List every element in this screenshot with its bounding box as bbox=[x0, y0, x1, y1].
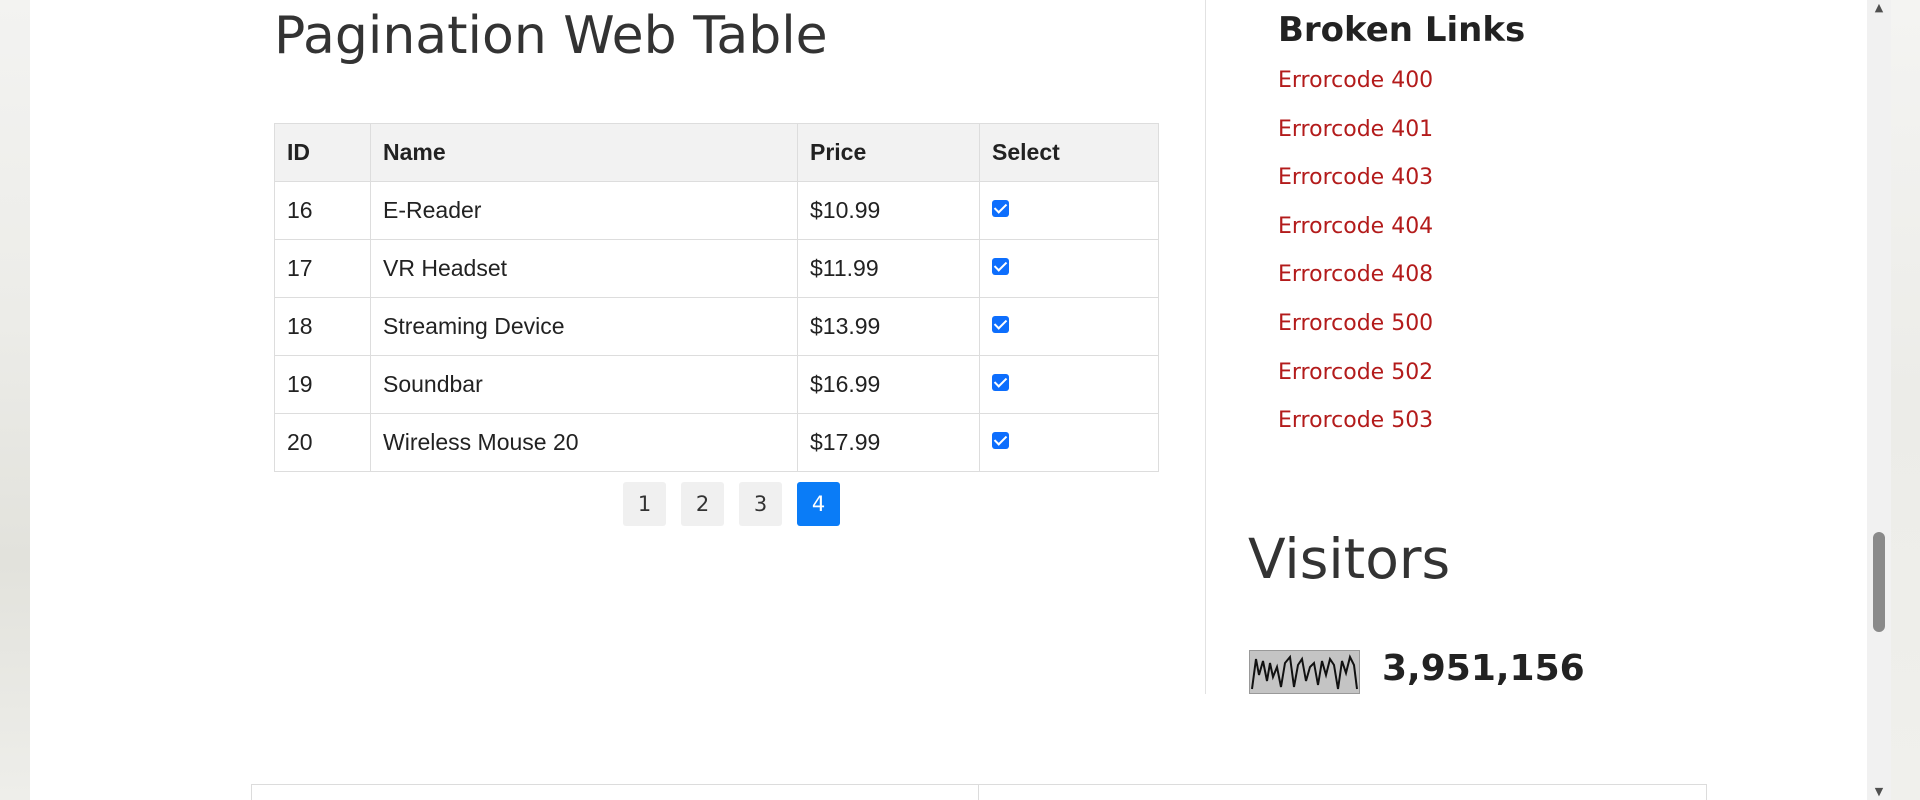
errorcode-link-401[interactable]: Errorcode 401 bbox=[1278, 117, 1433, 142]
page-title: Pagination Web Table bbox=[274, 6, 828, 66]
errorcode-link-403[interactable]: Errorcode 403 bbox=[1278, 165, 1433, 190]
cell-select bbox=[979, 413, 1159, 472]
visitor-sparkline-icon bbox=[1249, 650, 1360, 694]
scroll-down-arrow-icon[interactable]: ▼ bbox=[1867, 784, 1891, 800]
cell-id: 20 bbox=[274, 413, 371, 472]
column-divider bbox=[1205, 0, 1206, 694]
cell-name: Streaming Device bbox=[370, 297, 798, 356]
list-item: Errorcode 502 bbox=[1278, 354, 1433, 403]
cell-select bbox=[979, 355, 1159, 414]
row-select-checkbox[interactable] bbox=[992, 200, 1009, 218]
table-row: 16 E-Reader $10.99 bbox=[274, 181, 1159, 240]
broken-links-title: Broken Links bbox=[1278, 10, 1526, 50]
table-row: 17 VR Headset $11.99 bbox=[274, 239, 1159, 298]
table-row: 18 Streaming Device $13.99 bbox=[274, 297, 1159, 356]
list-item: Errorcode 500 bbox=[1278, 305, 1433, 354]
column-header-id: ID bbox=[274, 123, 371, 182]
page-background-left bbox=[0, 0, 30, 800]
visitor-count: 3,951,156 bbox=[1382, 648, 1585, 689]
table-row: 19 Soundbar $16.99 bbox=[274, 355, 1159, 414]
cell-name: Wireless Mouse 20 bbox=[370, 413, 798, 472]
cell-name: E-Reader bbox=[370, 181, 798, 240]
cell-id: 17 bbox=[274, 239, 371, 298]
scrollbar-thumb[interactable] bbox=[1873, 532, 1885, 632]
row-select-checkbox[interactable] bbox=[992, 316, 1009, 334]
page-button-2[interactable]: 2 bbox=[681, 482, 724, 526]
pagination-controls: 1 2 3 4 bbox=[623, 482, 840, 526]
cell-name: VR Headset bbox=[370, 239, 798, 298]
cell-price: $10.99 bbox=[797, 181, 980, 240]
list-item: Errorcode 401 bbox=[1278, 111, 1433, 160]
cell-id: 16 bbox=[274, 181, 371, 240]
page-background-right bbox=[1891, 0, 1920, 800]
row-select-checkbox[interactable] bbox=[992, 432, 1009, 450]
column-header-name: Name bbox=[370, 123, 798, 182]
list-item: Errorcode 403 bbox=[1278, 159, 1433, 208]
errorcode-link-500[interactable]: Errorcode 500 bbox=[1278, 311, 1433, 336]
errorcode-link-400[interactable]: Errorcode 400 bbox=[1278, 68, 1433, 93]
visitors-title: Visitors bbox=[1248, 527, 1451, 591]
cell-id: 19 bbox=[274, 355, 371, 414]
page-button-4-active[interactable]: 4 bbox=[797, 482, 840, 526]
table-header-row: ID Name Price Select bbox=[274, 123, 1159, 182]
row-select-checkbox[interactable] bbox=[992, 258, 1009, 276]
table-row: 20 Wireless Mouse 20 $17.99 bbox=[274, 413, 1159, 472]
page-button-3[interactable]: 3 bbox=[739, 482, 782, 526]
errorcode-link-502[interactable]: Errorcode 502 bbox=[1278, 360, 1433, 385]
pagination-web-table: ID Name Price Select 16 E-Reader $10.99 … bbox=[274, 123, 1159, 472]
column-header-price: Price bbox=[797, 123, 980, 182]
cell-select bbox=[979, 181, 1159, 240]
footer-panel-right bbox=[978, 784, 1707, 800]
cell-price: $13.99 bbox=[797, 297, 980, 356]
cell-select bbox=[979, 297, 1159, 356]
page-button-1[interactable]: 1 bbox=[623, 482, 666, 526]
cell-name: Soundbar bbox=[370, 355, 798, 414]
row-select-checkbox[interactable] bbox=[992, 374, 1009, 392]
footer-panel-left bbox=[251, 784, 980, 800]
errorcode-link-404[interactable]: Errorcode 404 bbox=[1278, 214, 1433, 239]
list-item: Errorcode 400 bbox=[1278, 62, 1433, 111]
errorcode-link-408[interactable]: Errorcode 408 bbox=[1278, 262, 1433, 287]
list-item: Errorcode 408 bbox=[1278, 256, 1433, 305]
vertical-scrollbar[interactable]: ▲ ▼ bbox=[1867, 0, 1891, 800]
cell-id: 18 bbox=[274, 297, 371, 356]
cell-price: $11.99 bbox=[797, 239, 980, 298]
list-item: Errorcode 503 bbox=[1278, 402, 1433, 451]
cell-select bbox=[979, 239, 1159, 298]
page-content: Pagination Web Table ID Name Price Selec… bbox=[30, 0, 1867, 800]
column-header-select: Select bbox=[979, 123, 1159, 182]
scroll-up-arrow-icon[interactable]: ▲ bbox=[1867, 0, 1891, 16]
cell-price: $16.99 bbox=[797, 355, 980, 414]
cell-price: $17.99 bbox=[797, 413, 980, 472]
errorcode-link-503[interactable]: Errorcode 503 bbox=[1278, 408, 1433, 433]
list-item: Errorcode 404 bbox=[1278, 208, 1433, 257]
broken-links-list: Errorcode 400 Errorcode 401 Errorcode 40… bbox=[1278, 62, 1433, 451]
